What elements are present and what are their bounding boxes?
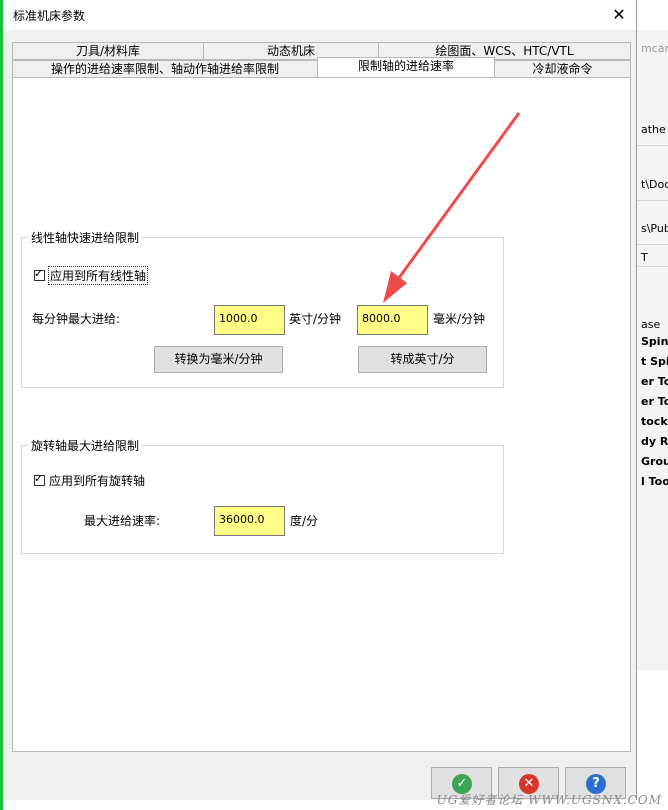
watermark-text: UG爱好者论坛 WWW.UGSNX.COM	[436, 793, 662, 807]
checkbox-checked[interactable]	[34, 267, 45, 281]
checkbox-checked[interactable]	[34, 472, 45, 486]
bg-text: T	[641, 251, 648, 264]
rotary-unit: 度/分	[290, 514, 319, 528]
bg-text: dy Re	[641, 435, 668, 448]
bg-text: s\Publ	[641, 222, 668, 235]
convert-to-mm-button[interactable]: 转换为毫米/分钟	[154, 346, 283, 373]
mm-feed-input[interactable]: 8000.0	[357, 305, 428, 335]
bg-text: tock C	[641, 415, 668, 428]
tab-coolant-commands[interactable]: 冷却液命令	[494, 60, 631, 78]
close-icon[interactable]: ✕	[608, 4, 630, 26]
tab-tool-material[interactable]: 刀具/材料库	[12, 42, 204, 60]
tab-operation-feed-limits[interactable]: 操作的进给速率限制、轴动作轴进给率限制	[12, 60, 318, 78]
inch-feed-input[interactable]: 1000.0	[214, 305, 285, 335]
bg-text: athe D	[641, 123, 668, 136]
title-bar: 标准机床参数 ✕	[3, 0, 636, 30]
tab-page: 线性轴快速进给限制 应用到所有线性轴 每分钟最大进给: 1000.0 英寸/分钟…	[12, 77, 631, 752]
machine-params-dialog: 标准机床参数 ✕ 刀具/材料库 动态机床 绘图面、WCS、HTC/VTL 操作的…	[3, 0, 637, 800]
bg-text: t Spin	[641, 355, 668, 368]
apply-all-rotary-checkbox[interactable]: 应用到所有旋转轴	[34, 472, 146, 489]
bg-text: l Tool	[641, 475, 668, 488]
bg-text: Group	[641, 455, 668, 468]
max-rate-label: 最大进给速率:	[84, 514, 161, 528]
bg-text: mcar	[641, 42, 668, 55]
bg-text: Spind	[641, 335, 668, 348]
checkbox-label: 应用到所有线性轴	[48, 266, 149, 285]
tab-axis-feed-limits[interactable]: 限制轴的进给速率	[317, 57, 495, 78]
bg-text: ase	[641, 318, 661, 331]
max-feed-label: 每分钟最大进给:	[32, 312, 121, 326]
checkbox-label: 应用到所有旋转轴	[49, 474, 146, 488]
rotary-feed-input[interactable]: 36000.0	[214, 506, 285, 536]
inch-unit: 英寸/分钟	[289, 312, 342, 326]
bg-text: er Too	[641, 395, 668, 408]
mm-unit: 毫米/分钟	[433, 312, 486, 326]
rotary-axis-group: 旋转轴最大进给限制 应用到所有旋转轴 最大进给速率: 36000.0 度/分	[21, 437, 504, 554]
background-window: mcar athe D t\Docu s\Publ T ase Spind t …	[636, 30, 668, 670]
window-title: 标准机床参数	[13, 9, 86, 23]
bg-text: er Too	[641, 375, 668, 388]
linear-axis-group: 线性轴快速进给限制 应用到所有线性轴 每分钟最大进给: 1000.0 英寸/分钟…	[21, 229, 504, 388]
group-title: 旋转轴最大进给限制	[28, 437, 143, 454]
group-title: 线性轴快速进给限制	[28, 229, 143, 246]
bg-text: t\Docu	[641, 178, 668, 191]
apply-all-linear-checkbox[interactable]: 应用到所有线性轴	[34, 266, 149, 285]
convert-to-inch-button[interactable]: 转成英寸/分	[358, 346, 487, 373]
